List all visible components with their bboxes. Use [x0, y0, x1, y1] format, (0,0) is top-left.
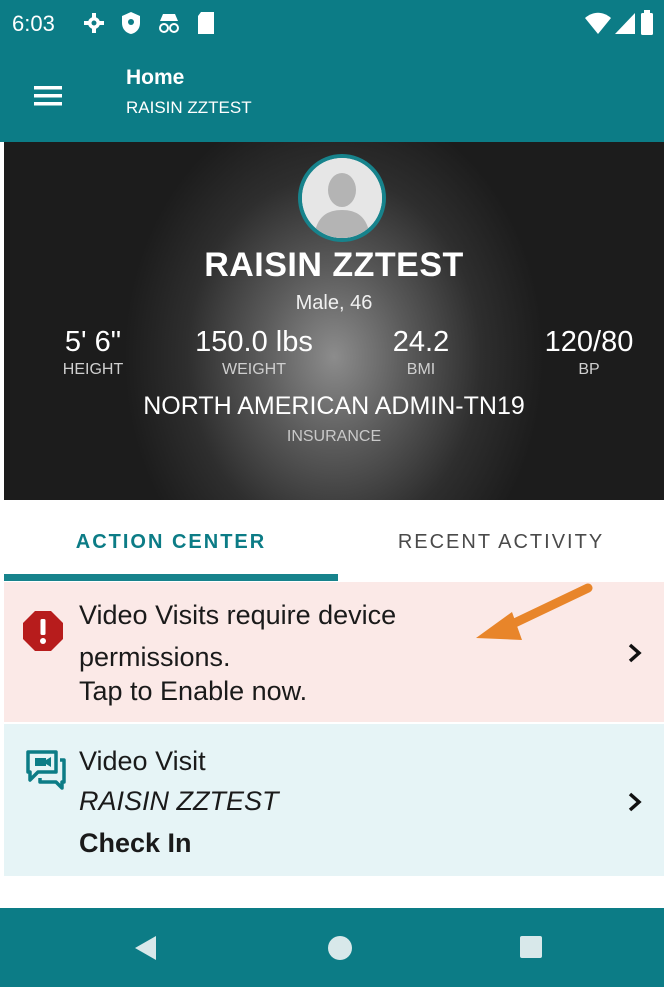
video-visit-card[interactable]: Video Visit RAISIN ZZTEST Check In — [4, 724, 664, 876]
alert-text-line: Tap to Enable now. — [79, 676, 308, 706]
status-bar: 6:03 — [0, 0, 664, 50]
sd-card-icon — [198, 12, 214, 34]
permissions-alert-card[interactable]: Video Visits require device permissions.… — [4, 582, 664, 722]
wifi-icon — [585, 12, 611, 34]
home-circle-icon[interactable] — [326, 934, 354, 962]
app-bar: Home RAISIN ZZTEST — [0, 50, 664, 142]
hamburger-menu-icon[interactable] — [28, 76, 68, 116]
stat-value: 24.2 — [392, 326, 450, 358]
back-icon[interactable] — [132, 934, 158, 962]
patient-profile-header: RAISIN ZZTEST Male, 46 5' 6" HEIGHT 150.… — [4, 142, 664, 500]
insurance-label: INSURANCE — [286, 428, 382, 445]
stat-label: BMI — [406, 361, 436, 378]
visit-patient: RAISIN ZZTEST — [79, 786, 279, 816]
stat-label: BP — [578, 361, 600, 378]
status-time: 6:03 — [12, 11, 55, 36]
arrow-annotation-icon — [476, 583, 593, 640]
stat-height: 5' 6" HEIGHT — [48, 326, 138, 379]
visit-type: Video Visit — [79, 746, 206, 776]
active-tab-indicator — [4, 574, 338, 581]
avatar[interactable] — [298, 154, 386, 242]
battery-icon — [641, 10, 653, 35]
incognito-icon — [159, 14, 179, 33]
stat-label: WEIGHT — [222, 361, 286, 378]
patient-name: RAISIN ZZTEST — [204, 246, 464, 284]
stat-value: 150.0 lbs — [195, 326, 313, 358]
video-chat-icon — [26, 750, 66, 790]
stat-weight: 150.0 lbs WEIGHT — [184, 326, 324, 379]
check-in-link[interactable]: Check In — [79, 828, 192, 859]
cell-signal-icon — [615, 13, 635, 34]
alert-text-line: Video Visits require device — [79, 600, 397, 630]
tab-action-center[interactable]: ACTION CENTER — [4, 500, 338, 582]
tab-bar: ACTION CENTER RECENT ACTIVITY — [0, 500, 664, 582]
tab-recent-activity[interactable]: RECENT ACTIVITY — [338, 500, 664, 582]
recents-square-icon[interactable] — [518, 934, 544, 960]
chevron-right-icon — [628, 792, 642, 812]
stat-bp: 120/80 BP — [534, 326, 644, 379]
stat-bmi: 24.2 BMI — [376, 326, 466, 379]
shield-icon — [122, 12, 140, 34]
stat-value: 5' 6" — [64, 326, 122, 358]
patient-demographics: Male, 46 — [295, 292, 373, 314]
stat-label: HEIGHT — [62, 361, 124, 378]
android-nav-bar — [0, 908, 664, 987]
person-silhouette-icon — [302, 158, 382, 238]
stat-value: 120/80 — [544, 326, 634, 358]
alert-octagon-icon — [23, 611, 63, 651]
chevron-right-icon — [628, 643, 642, 663]
page-title: Home — [126, 66, 185, 89]
settings-gear-icon — [84, 13, 104, 33]
alert-text-line: permissions. — [79, 642, 231, 672]
patient-subtitle: RAISIN ZZTEST — [126, 98, 252, 117]
insurance-name: NORTH AMERICAN ADMIN-TN19 — [143, 392, 525, 420]
